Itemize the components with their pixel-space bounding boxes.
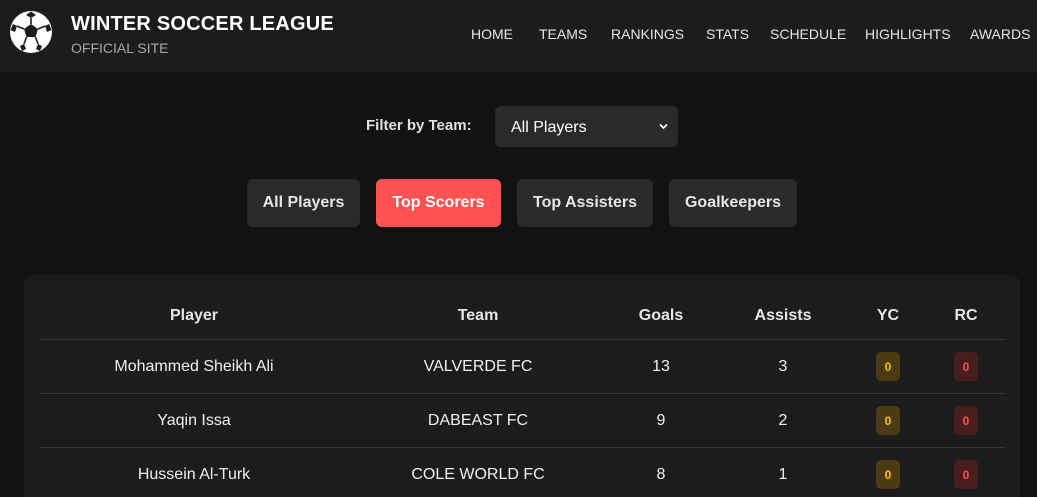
all-players-button[interactable]: All Players [247, 179, 360, 227]
site-header: WINTER SOCCER LEAGUE OFFICIAL SITE HOME … [0, 0, 1037, 72]
nav-awards[interactable]: AWARDS [970, 26, 1030, 42]
row-divider [39, 447, 1005, 448]
column-header-player[interactable]: Player [170, 307, 218, 325]
nav-stats[interactable]: STATS [706, 26, 749, 42]
player-assists: 2 [778, 412, 788, 429]
column-header-yellow-cards[interactable]: YC [877, 307, 899, 325]
player-team: VALVERDE FC [423, 358, 533, 375]
top-scorers-button[interactable]: Top Scorers [376, 179, 501, 227]
column-header-goals[interactable]: Goals [639, 307, 683, 325]
team-select-value: All Players [511, 119, 587, 136]
team-select[interactable]: All Players [495, 106, 678, 147]
player-team: COLE WORLD FC [411, 466, 545, 483]
red-card-badge: 0 [954, 460, 978, 489]
header-divider [39, 339, 1005, 340]
filter-label: Filter by Team: [366, 117, 472, 134]
column-header-team[interactable]: Team [458, 307, 499, 325]
red-card-badge: 0 [954, 406, 978, 435]
column-header-assists[interactable]: Assists [755, 307, 812, 325]
player-team: DABEAST FC [427, 412, 529, 429]
player-goals: 9 [656, 412, 666, 429]
nav-home[interactable]: HOME [471, 26, 513, 42]
player-goals: 8 [656, 466, 666, 483]
main-nav: HOME TEAMS RANKINGS STATS SCHEDULE HIGHL… [0, 26, 1037, 44]
nav-rankings[interactable]: RANKINGS [611, 26, 684, 42]
player-assists: 1 [778, 466, 788, 483]
player-name: Yaqin Issa [157, 412, 231, 429]
player-name: Hussein Al-Turk [137, 466, 251, 483]
row-divider [39, 393, 1005, 394]
goalkeepers-button[interactable]: Goalkeepers [669, 179, 797, 227]
yellow-card-badge: 0 [876, 352, 900, 381]
nav-schedule[interactable]: SCHEDULE [770, 26, 846, 42]
nav-teams[interactable]: TEAMS [539, 26, 587, 42]
yellow-card-badge: 0 [876, 460, 900, 489]
column-header-red-cards[interactable]: RC [954, 307, 977, 325]
top-assisters-button[interactable]: Top Assisters [517, 179, 653, 227]
player-assists: 3 [778, 358, 788, 375]
yellow-card-badge: 0 [876, 406, 900, 435]
player-name: Mohammed Sheikh Ali [114, 358, 274, 375]
chevron-down-icon [659, 123, 668, 130]
player-goals: 13 [652, 358, 670, 375]
red-card-badge: 0 [954, 352, 978, 381]
nav-highlights[interactable]: HIGHLIGHTS [865, 26, 951, 42]
